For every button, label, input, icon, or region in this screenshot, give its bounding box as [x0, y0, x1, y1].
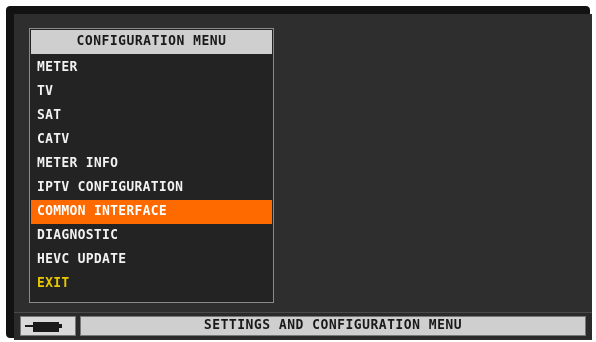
menu-list: METER TV SAT CATV METER INFO IPTV CONFIG… — [30, 56, 273, 296]
status-bar: SETTINGS AND CONFIGURATION MENU — [14, 312, 592, 339]
device-screen: CONFIGURATION MENU METER TV SAT CATV MET… — [0, 0, 596, 342]
menu-item-tv[interactable]: TV — [31, 80, 272, 104]
menu-item-iptv-configuration[interactable]: IPTV CONFIGURATION — [31, 176, 272, 200]
menu-item-meter-info[interactable]: METER INFO — [31, 152, 272, 176]
menu-item-sat[interactable]: SAT — [31, 104, 272, 128]
menu-item-diagnostic[interactable]: DIAGNOSTIC — [31, 224, 272, 248]
menu-item-exit[interactable]: EXIT — [31, 272, 272, 296]
menu-item-meter[interactable]: METER — [31, 56, 272, 80]
menu-title: CONFIGURATION MENU — [31, 30, 272, 54]
battery-plug-icon — [20, 316, 76, 336]
menu-item-catv[interactable]: CATV — [31, 128, 272, 152]
menu-item-hevc-update[interactable]: HEVC UPDATE — [31, 248, 272, 272]
status-bar-text: SETTINGS AND CONFIGURATION MENU — [80, 316, 586, 336]
menu-item-common-interface[interactable]: COMMON INTERFACE — [31, 200, 272, 224]
configuration-menu: CONFIGURATION MENU METER TV SAT CATV MET… — [29, 28, 274, 303]
